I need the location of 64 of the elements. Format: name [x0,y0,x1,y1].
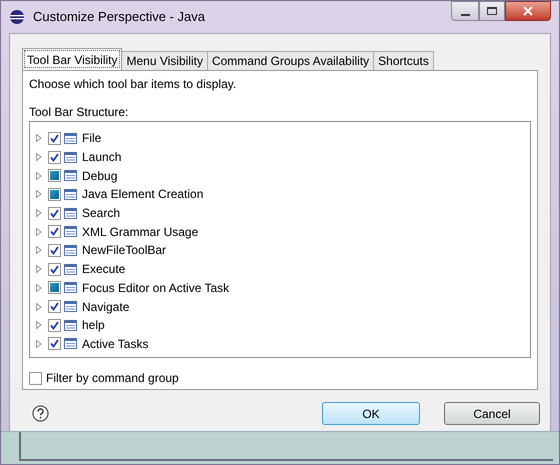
toolbar-icon [64,132,77,144]
tab[interactable]: Menu Visibility [122,51,208,70]
checkbox[interactable] [29,372,42,384]
toolbar-icon [64,208,77,219]
help-icon[interactable] [32,405,49,422]
minimize-button[interactable] [451,1,479,21]
tree-item-label[interactable]: Focus Editor on Active Task [82,278,230,297]
tree-item-label[interactable]: Debug [82,166,118,185]
expand-arrow-icon[interactable] [36,265,42,274]
checkbox[interactable] [48,150,61,164]
toolbar-icon [64,170,77,182]
checkbox[interactable] [48,318,61,332]
tree-item-label[interactable]: Navigate [82,298,130,316]
app-icon [9,9,25,25]
checkbox[interactable] [48,300,61,314]
tab[interactable]: Shortcuts [374,51,434,70]
toolbar-icon [64,226,77,238]
expand-arrow-icon[interactable] [36,302,42,311]
minimize-icon [460,14,470,16]
maximize-icon [487,7,497,15]
toolbar-icon [64,244,77,256]
tree-label: Tool Bar Structure: [29,104,130,121]
close-button[interactable] [505,1,551,21]
tree-item-label[interactable]: Active Tasks [82,334,148,353]
expand-arrow-icon[interactable] [36,190,42,198]
close-icon [523,6,533,16]
expand-arrow-icon[interactable] [36,284,42,292]
expand-arrow-icon[interactable] [36,172,42,180]
ok-button[interactable]: OK [322,402,420,425]
checkbox[interactable] [48,206,61,220]
expand-arrow-icon[interactable] [36,134,42,142]
tab[interactable]: Tool Bar Visibility [22,48,122,70]
tree-item-label[interactable]: Search [82,204,120,222]
tab[interactable]: Command Groups Availability [208,51,374,70]
toolbar-icon [64,301,77,312]
tree-item-label[interactable]: NewFileToolBar [82,241,166,260]
maximize-button[interactable] [479,1,505,21]
toolbar-icon [64,264,77,275]
tree-item-label[interactable]: help [82,316,105,334]
toolbar-icon [64,152,77,163]
expand-arrow-icon[interactable] [36,209,42,218]
window-title: Customize Perspective - Java [33,8,205,26]
toolbar-icon [64,320,77,331]
filter-label[interactable]: Filter by command group [46,369,179,387]
toolbar-icon [64,188,77,200]
expand-arrow-icon[interactable] [36,321,42,330]
instruction-text: Choose which tool bar items to display. [29,76,238,93]
toolbar-icon [64,338,77,350]
tree-item-label[interactable]: Java Element Creation [82,185,204,204]
expand-arrow-icon[interactable] [36,340,42,348]
tree-item-label[interactable]: XML Grammar Usage [82,222,198,241]
expand-arrow-icon[interactable] [36,228,42,236]
checkbox[interactable] [48,244,61,257]
tree-item-label[interactable]: Launch [82,148,122,166]
tree-item-label[interactable]: Execute [82,260,126,278]
checkbox[interactable] [48,337,61,350]
toolbar-icon [64,282,77,294]
checkbox[interactable] [48,132,61,145]
expand-arrow-icon[interactable] [36,246,42,254]
expand-arrow-icon[interactable] [36,153,42,162]
tree-item-label[interactable]: File [82,129,102,148]
checkbox[interactable] [48,225,61,238]
checkbox[interactable] [48,262,61,276]
cancel-button[interactable]: Cancel [444,402,540,425]
